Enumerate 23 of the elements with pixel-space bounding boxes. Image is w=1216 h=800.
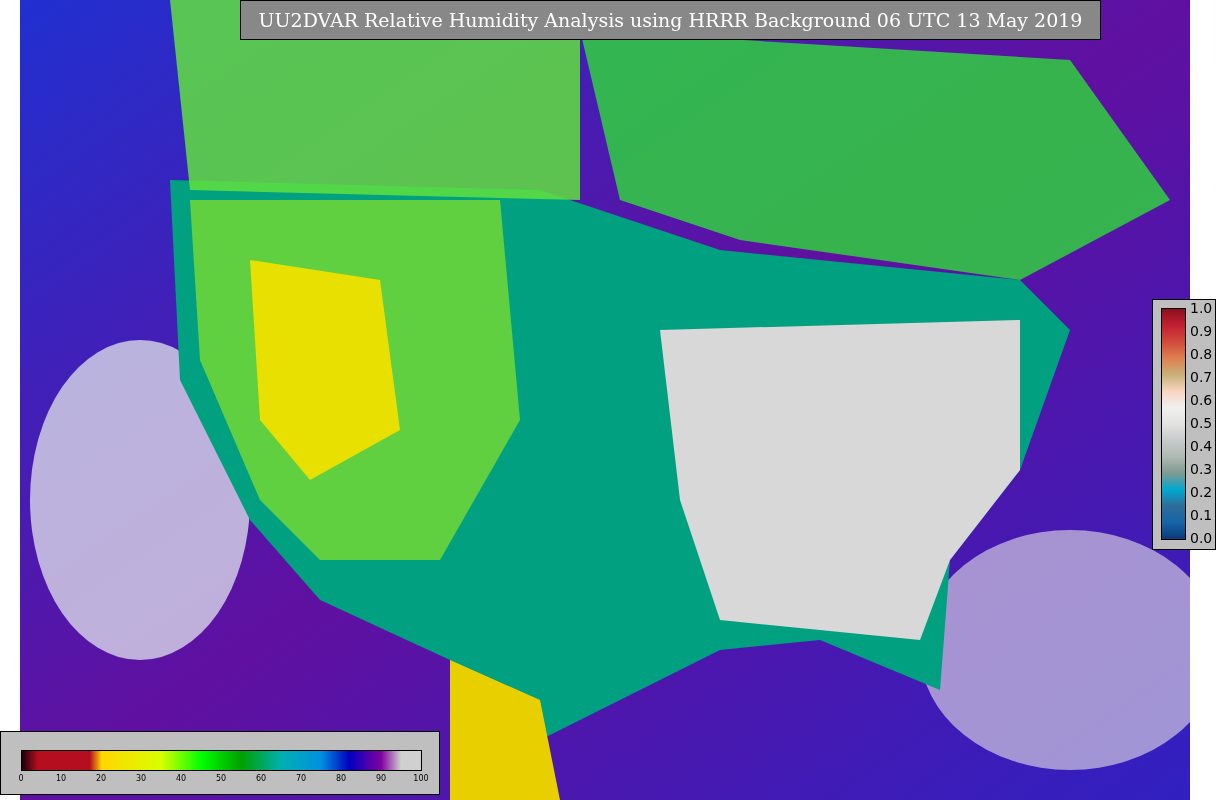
colorbar-tick-label: 0.9	[1190, 323, 1213, 339]
colorbar-tick-label: 50	[215, 774, 227, 784]
colorbar-tick-label: 1.0	[1190, 300, 1213, 316]
colorbar-tick-label: 0.2	[1190, 484, 1213, 500]
colorbar-tick-label: 0.3	[1190, 461, 1213, 477]
colorbar-tick-label: 70	[295, 774, 307, 784]
colorbar-tick-label: 0.7	[1190, 369, 1213, 385]
map-title: UU2DVAR Relative Humidity Analysis using HRRR Background 06 UTC 13 May 2019	[240, 0, 1101, 40]
colorbar-tick-label: 20	[95, 774, 107, 784]
colorbar-tick-label: 40	[175, 774, 187, 784]
colorbar-tick-label: 0.5	[1190, 415, 1213, 431]
colorbar-tick-label: 90	[375, 774, 387, 784]
colorbar-tick-label: 0.8	[1190, 346, 1213, 362]
colorbar-tick-label: 60	[255, 774, 267, 784]
colorbar-tick-label: 0	[18, 774, 24, 784]
colorbar-tick-label: 0.0	[1190, 530, 1213, 546]
colorbar-tick-label: 0.6	[1190, 392, 1213, 408]
colorbar-tick-label: 30	[135, 774, 147, 784]
colorbar-tick-label: 80	[335, 774, 347, 784]
colorbar-tick-label: 0.1	[1190, 507, 1213, 523]
colorbar-tick-label: 10	[55, 774, 67, 784]
colorbar-tick-label: 0.4	[1190, 438, 1213, 454]
colorbar-tick-label: 100	[413, 774, 429, 784]
